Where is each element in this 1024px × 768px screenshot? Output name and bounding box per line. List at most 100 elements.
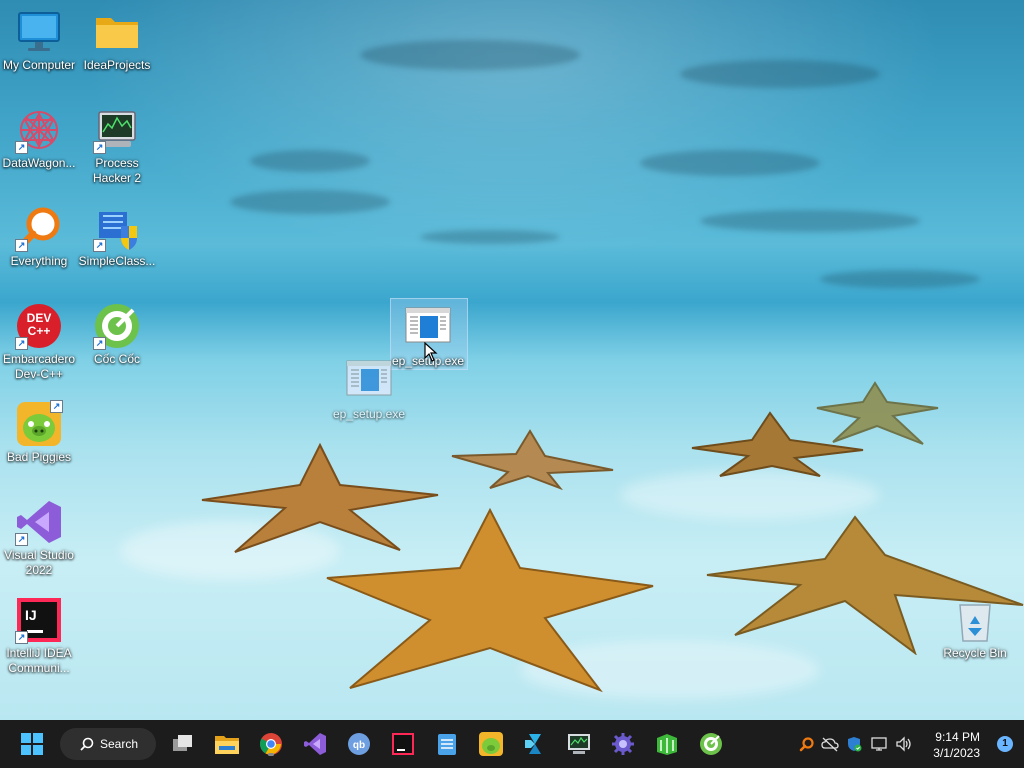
desktop-icon-recycle-bin[interactable]: Recycle Bin (936, 596, 1014, 661)
bad-piggies-icon: ↗ (15, 400, 63, 448)
settings-gear-icon (612, 733, 634, 755)
wallpaper-ripple (420, 230, 560, 244)
desktop-icon-label: 2022 (25, 563, 53, 577)
start-button[interactable] (16, 728, 48, 760)
desktop-icon-process-hacker[interactable]: ↗ Process Hacker 2 (78, 106, 156, 186)
taskbar-clock[interactable]: 9:14 PM 3/1/2023 (933, 729, 980, 761)
bad-piggies-icon (479, 732, 503, 756)
taskbar-app-chrome[interactable] (255, 728, 287, 760)
shortcut-arrow-icon: ↗ (50, 400, 63, 413)
desktop-icon-label: Embarcadero (2, 352, 76, 366)
visual-studio-icon: ↗ (15, 498, 63, 546)
desktop-icon-label: IntelliJ IDEA (6, 646, 72, 660)
desktop-icon-label: Hacker 2 (92, 171, 142, 185)
taskbar-app-file-explorer[interactable] (211, 728, 243, 760)
tray-volume[interactable] (892, 736, 916, 752)
datawagon-icon: ↗ (15, 106, 63, 154)
starfish-image (451, 429, 614, 490)
desktop-icon-intellij[interactable]: IJ ↗ IntelliJ IDEA Communi... (0, 596, 78, 676)
wallpaper-ripple (360, 40, 580, 70)
mouse-cursor-icon (424, 342, 438, 362)
everything-tray-icon (799, 737, 814, 752)
coc-coc-browser-icon: ↗ (93, 302, 141, 350)
shortcut-arrow-icon: ↗ (15, 141, 28, 154)
qbittorrent-icon: qb (348, 733, 370, 755)
shortcut-arrow-icon: ↗ (15, 337, 28, 350)
coc-coc-icon (700, 733, 722, 755)
desktop-icon-coc-coc[interactable]: ↗ Cốc Cốc (78, 302, 156, 367)
taskbar-app-intellij[interactable] (387, 728, 419, 760)
desktop-icon-label: Cốc Cốc (93, 352, 140, 366)
desktop-icon-simpleclass[interactable]: ↗ SimpleClass... (78, 204, 156, 269)
shortcut-arrow-icon: ↗ (15, 631, 28, 644)
task-view-icon (173, 735, 192, 751)
tray-everything[interactable] (796, 736, 818, 752)
wallpaper-ripple (820, 270, 980, 288)
intellij-icon: IJ ↗ (15, 596, 63, 644)
security-shield-icon (848, 737, 862, 752)
monitor-icon (15, 8, 63, 56)
everything-magnifier-icon: ↗ (15, 204, 63, 252)
file-explorer-icon (215, 736, 239, 754)
desktop-icon-label: Process (95, 156, 139, 170)
desktop-icon-label: My Computer (2, 58, 76, 72)
desktop-icon-label: Dev-C++ (14, 367, 64, 381)
process-hacker-icon: ↗ (93, 106, 141, 154)
taskbar-app-coc-coc[interactable] (695, 728, 727, 760)
tray-security[interactable] (842, 736, 866, 752)
shortcut-arrow-icon: ↗ (93, 141, 106, 154)
notepad-icon (438, 734, 456, 755)
desktop-icon-label: Communi... (8, 661, 70, 675)
taskbar-app-visual-studio[interactable] (299, 728, 331, 760)
desktop-icon-my-computer[interactable]: My Computer (0, 8, 78, 73)
drag-ghost-ep-setup: ep_setup.exe (330, 357, 408, 422)
tray-cloud[interactable] (818, 736, 842, 752)
shortcut-arrow-icon: ↗ (15, 533, 28, 546)
desktop-icon-label: Recycle Bin (943, 646, 1007, 660)
starfish-image (816, 381, 939, 445)
desktop-icon-everything[interactable]: ↗ Everything (0, 204, 78, 269)
system-tray (796, 720, 916, 768)
desktop-icon-label: Visual Studio (4, 548, 74, 562)
search-icon (80, 737, 94, 751)
desktop-icon-bad-piggies[interactable]: ↗ Bad Piggies (0, 400, 78, 465)
taskbar-app-spreadsheet[interactable] (651, 728, 683, 760)
taskbar-app-settings-gear[interactable] (607, 728, 639, 760)
installer-shield-icon: ↗ (93, 204, 141, 252)
taskbar-app-notepad[interactable] (431, 728, 463, 760)
task-view-button[interactable] (167, 728, 199, 760)
cloud-off-icon (821, 737, 839, 752)
volume-icon (896, 736, 911, 752)
desktop-icon-visual-studio[interactable]: ↗ Visual Studio 2022 (0, 498, 78, 578)
shortcut-arrow-icon: ↗ (15, 239, 28, 252)
taskbar-app-qbittorrent[interactable]: qb (343, 728, 375, 760)
running-indicator (268, 753, 274, 756)
spreadsheet-icon (657, 734, 677, 755)
taskbar: Search qb 9:14 PM 3/1/2023 1 (0, 720, 1024, 768)
notification-badge[interactable]: 1 (997, 736, 1013, 752)
wallpaper-ripple (680, 60, 880, 88)
taskbar-app-bad-piggies[interactable] (475, 728, 507, 760)
wallpaper-ripple (250, 150, 370, 172)
taskbar-app-process-hacker[interactable] (563, 728, 595, 760)
wallpaper-ripple (230, 190, 390, 214)
start-icon (21, 733, 43, 755)
starfish-image (326, 508, 654, 693)
remote-app-icon (525, 734, 541, 754)
devcpp-icon: DEV C++ ↗ (15, 302, 63, 350)
desktop-icon-label: Bad Piggies (6, 450, 72, 464)
intellij-icon (392, 733, 414, 755)
desktop-icon-datawagon[interactable]: ↗ DataWagon... (0, 106, 78, 171)
process-hacker-icon (568, 734, 590, 754)
shortcut-arrow-icon: ↗ (93, 239, 106, 252)
visual-studio-icon (304, 733, 326, 755)
clock-date: 3/1/2023 (933, 746, 980, 760)
recycle-bin-icon (951, 596, 999, 644)
taskbar-search-box[interactable]: Search (60, 728, 156, 760)
exe-window-icon (345, 357, 393, 405)
tray-network[interactable] (866, 736, 892, 752)
network-icon (871, 737, 887, 751)
taskbar-app-remote[interactable] (519, 728, 551, 760)
desktop-icon-devcpp[interactable]: DEV C++ ↗ Embarcadero Dev-C++ (0, 302, 78, 382)
desktop-icon-idea-projects[interactable]: IdeaProjects (78, 8, 156, 73)
